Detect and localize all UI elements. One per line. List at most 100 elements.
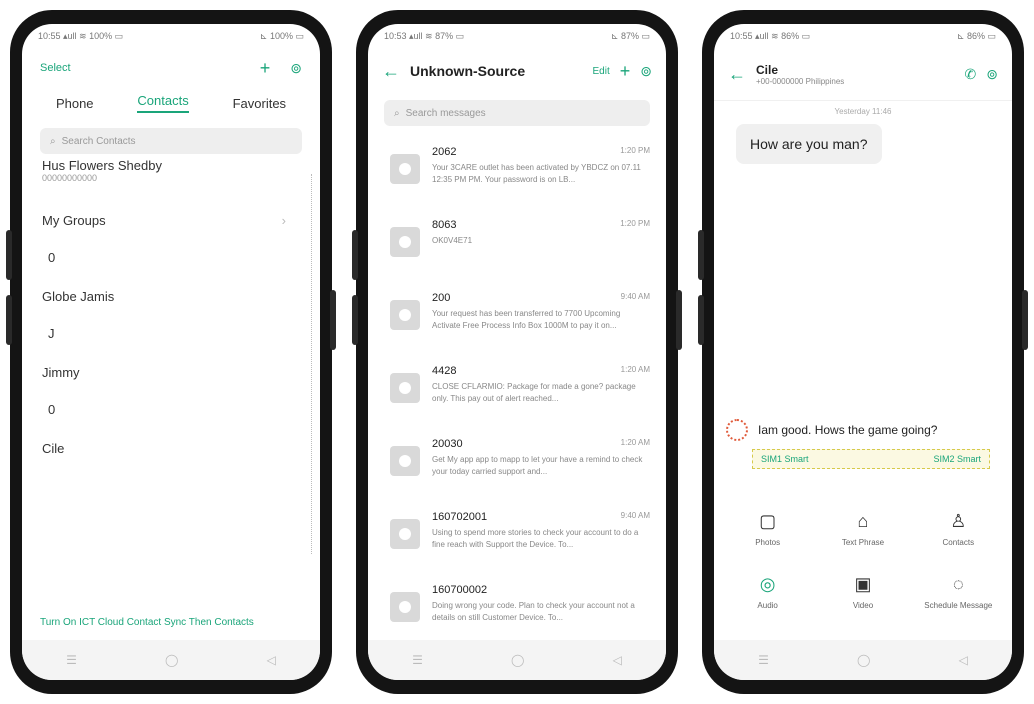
back-arrow-icon[interactable]: ← <box>382 61 400 82</box>
edit-button[interactable]: Edit <box>593 66 610 77</box>
menu-icon[interactable]: ☰ <box>66 653 77 667</box>
list-item[interactable]: 200 9:40 AM Your request has been transfe… <box>368 282 666 345</box>
timestamp: 1:20 AM <box>620 438 650 447</box>
timestamp: 1:20 AM <box>620 365 650 374</box>
list-item[interactable]: 160702001 9:40 AM Using to spend more sto… <box>368 501 666 564</box>
volume-button <box>352 295 358 345</box>
menu-icon[interactable]: ☰ <box>412 653 423 667</box>
nav-bar: ☰ ◯ ◁ <box>22 640 320 680</box>
search-input[interactable]: ⌕ Search Contacts <box>40 128 302 154</box>
attach-video[interactable]: ▣ Video <box>815 573 910 611</box>
attach-contacts[interactable]: ♙ Contacts <box>911 510 1006 548</box>
date-stamp: Yesterday 11:46 <box>834 107 892 116</box>
back-icon[interactable]: ◁ <box>267 653 276 667</box>
attach-schedule-message[interactable]: ◌ Schedule Message <box>911 573 1006 611</box>
top-bar: Select + ⊚ <box>22 48 320 88</box>
menu-icon[interactable]: ☰ <box>758 653 769 667</box>
top-bar: ← Unknown-Source Edit + ⊚ <box>368 48 666 94</box>
attach-audio[interactable]: ◎ Audio <box>720 573 815 611</box>
status-bar: 10:53 ▴ull ≋ 87% ▭ ⊾ 87% ▭ <box>368 24 666 48</box>
contact-details-icon[interactable]: ⊚ <box>986 66 998 83</box>
list-item[interactable]: Cile <box>22 441 320 456</box>
alphabet-index[interactable] <box>307 174 312 554</box>
home-icon[interactable]: ◯ <box>165 653 178 667</box>
scheduled-message-icon: ◌ <box>952 573 964 594</box>
settings-icon[interactable]: ⊚ <box>290 58 302 79</box>
owner-card[interactable]: Hus Flowers Shedby 00000000000 <box>22 158 320 183</box>
volume-button <box>698 295 704 345</box>
settings-icon[interactable]: ⊚ <box>640 63 652 80</box>
timestamp: 9:40 AM <box>620 292 650 301</box>
screen: 10:53 ▴ull ≋ 87% ▭ ⊾ 87% ▭ ← Unknown-Sou… <box>368 24 666 680</box>
volume-button <box>698 230 704 280</box>
sim2-send-button[interactable]: SIM2 Smart <box>933 454 981 464</box>
message-input[interactable]: Iam good. Hows the game going? <box>758 423 937 437</box>
phone-call-icon[interactable]: ✆ <box>965 66 977 83</box>
screen: 10:55 ▴ull ≋ 100% ▭ ⊾ 100% ▭ Select + ⊚ … <box>22 24 320 680</box>
attach-label: Contacts <box>942 538 975 547</box>
status-left: 10:53 ▴ull ≋ 87% ▭ <box>384 30 465 41</box>
avatar <box>390 446 420 476</box>
status-right: ⊾ 100% ▭ <box>259 30 304 41</box>
attach-label: Video <box>852 601 874 610</box>
group-name: Jimmy <box>42 365 80 380</box>
message-preview: Your request has been transferred to 770… <box>432 309 621 330</box>
photo-icon: ▢ <box>759 510 777 531</box>
sender: 200 <box>432 292 451 304</box>
volume-button <box>6 230 12 280</box>
message-preview: Using to spend more stories to check you… <box>432 528 639 549</box>
list-item[interactable]: My Groups › <box>22 213 320 228</box>
sender: 20030 <box>432 438 463 450</box>
list-item[interactable]: 0 <box>22 402 320 417</box>
sender: 2062 <box>432 146 457 158</box>
sender: 4428 <box>432 365 457 377</box>
message-preview: Doing wrong your code. Plan to check you… <box>432 601 635 622</box>
text-phrase-icon: ⌂ <box>857 510 869 531</box>
attach-photos[interactable]: ▢ Photos <box>720 510 815 548</box>
list-item[interactable]: Globe Jamis <box>22 289 320 304</box>
contact-number: +00-0000000 Philippines <box>756 76 845 86</box>
list-item[interactable]: 4428 1:20 AM CLOSE CFLARMIO: Package for … <box>368 355 666 418</box>
list-item[interactable]: J <box>22 326 320 341</box>
cloud-sync-link[interactable]: Turn On ICT Cloud Contact Sync Then Cont… <box>40 617 302 628</box>
status-left: 10:55 ▴ull ≋ 86% ▭ <box>730 30 811 41</box>
search-input[interactable]: ⌕ Search messages <box>384 100 650 126</box>
home-icon[interactable]: ◯ <box>511 653 524 667</box>
list-item[interactable]: 160700002 Doing wrong your code. Plan to… <box>368 574 666 637</box>
list-item[interactable]: 8063 1:20 PM OK0V4E71 <box>368 209 666 272</box>
power-button <box>676 290 682 350</box>
attach-text-phrase[interactable]: ⌂ Text Phrase <box>815 510 910 548</box>
timestamp: 9:40 AM <box>620 511 650 520</box>
list-item[interactable]: 0 <box>22 250 320 265</box>
list-item[interactable]: Jimmy <box>22 365 320 380</box>
list-item[interactable]: 2062 1:20 PM Your 3CARE outlet has been a… <box>368 136 666 199</box>
tab-favorites[interactable]: Favorites <box>233 96 286 111</box>
chevron-right-icon: › <box>281 213 286 228</box>
status-bar: 10:55 ▴ull ≋ 86% ▭ ⊾ 86% ▭ <box>714 24 1012 48</box>
back-icon[interactable]: ◁ <box>959 653 968 667</box>
select-button[interactable]: Select <box>40 62 71 74</box>
tab-contacts[interactable]: Contacts <box>137 93 189 113</box>
emoji-icon[interactable] <box>726 419 748 441</box>
back-arrow-icon[interactable]: ← <box>728 64 746 85</box>
sender: 160702001 <box>432 511 488 523</box>
owner-name: Hus Flowers Shedby <box>42 158 162 173</box>
group-name: Cile <box>42 441 65 456</box>
nav-bar: ☰ ◯ ◁ <box>368 640 666 680</box>
home-icon[interactable]: ◯ <box>857 653 870 667</box>
page-title: Unknown-Source <box>410 63 526 79</box>
add-icon[interactable]: + <box>620 61 631 82</box>
timestamp: 1:20 PM <box>620 146 650 155</box>
message-preview: Your 3CARE outlet has been activated by … <box>432 163 641 184</box>
add-icon[interactable]: + <box>260 58 271 79</box>
audio-icon: ◎ <box>759 573 776 594</box>
sender: 8063 <box>432 219 457 231</box>
group-count: 0 <box>48 402 56 417</box>
sim1-send-button[interactable]: SIM1 Smart <box>761 454 809 464</box>
volume-button <box>352 230 358 280</box>
tab-phone[interactable]: Phone <box>56 96 94 111</box>
back-icon[interactable]: ◁ <box>613 653 622 667</box>
contacts-icon: ♙ <box>950 510 967 531</box>
message-preview: CLOSE CFLARMIO: Package for made a gone?… <box>432 382 636 403</box>
list-item[interactable]: 20030 1:20 AM Get My app app to mapp to l… <box>368 428 666 491</box>
